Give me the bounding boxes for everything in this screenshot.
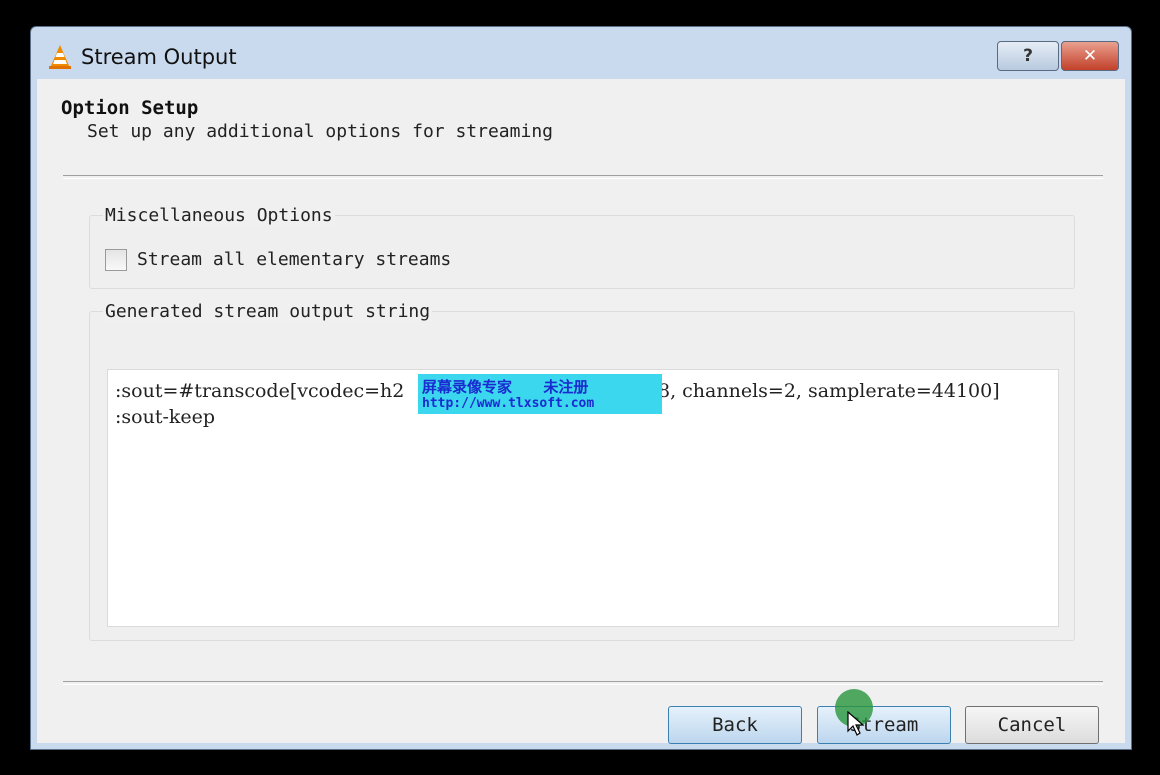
- help-button[interactable]: ?: [997, 41, 1059, 71]
- back-button[interactable]: Back: [668, 706, 802, 744]
- cancel-button[interactable]: Cancel: [965, 706, 1099, 744]
- watermark-title: 屏幕录像专家 未注册: [422, 378, 589, 396]
- close-icon: ✕: [1082, 46, 1098, 66]
- vlc-cone-icon: [49, 45, 71, 69]
- output-line-1-end: 8, channels=2, samplerate=44100]: [658, 380, 1000, 402]
- window-title: Stream Output: [81, 45, 237, 69]
- misc-options-label: Miscellaneous Options: [103, 205, 335, 226]
- stream-all-label[interactable]: Stream all elementary streams: [137, 249, 451, 270]
- divider-top: [63, 175, 1103, 179]
- output-line-1-start: :sout=#transcode[vcodec=h2: [115, 380, 405, 402]
- stream-all-checkbox[interactable]: [105, 249, 127, 271]
- close-button[interactable]: ✕: [1061, 41, 1119, 71]
- title-bar[interactable]: Stream Output ? ✕: [31, 27, 1131, 79]
- mouse-cursor-icon: [847, 711, 865, 736]
- output-string-textarea[interactable]: :sout=#transcode[vcodec=h2 8, channels=2…: [107, 369, 1059, 627]
- watermark-url: http://www.tlxsoft.com: [422, 396, 595, 411]
- stream-output-dialog: Stream Output ? ✕ Option Setup Set up an…: [30, 26, 1132, 750]
- output-string-label: Generated stream output string: [103, 301, 433, 322]
- output-line-2: :sout-keep: [115, 406, 216, 428]
- help-icon: ?: [1023, 46, 1033, 66]
- page-title: Option Setup: [61, 97, 199, 119]
- recorder-watermark: 屏幕录像专家 未注册 http://www.tlxsoft.com: [418, 374, 662, 414]
- divider-bottom: [63, 681, 1103, 685]
- page-subtitle: Set up any additional options for stream…: [87, 121, 553, 142]
- dialog-body: Option Setup Set up any additional optio…: [37, 79, 1125, 744]
